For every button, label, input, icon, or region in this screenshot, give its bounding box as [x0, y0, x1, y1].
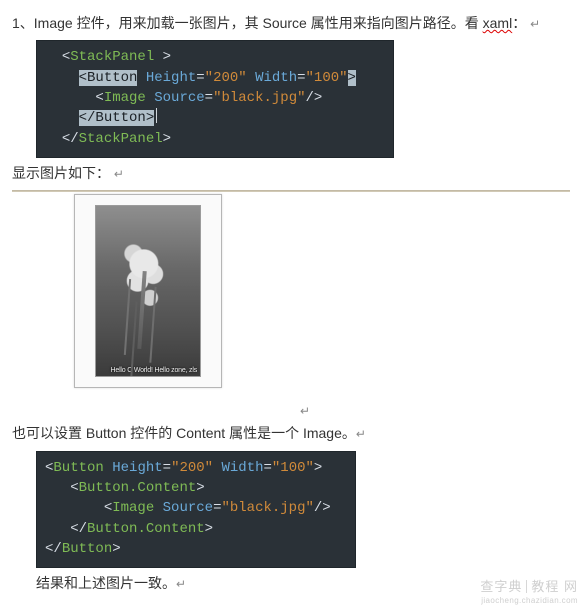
sample-photo: Hello C World! Hello zone, zls — [95, 205, 201, 377]
device-frame: Hello C World! Hello zone, zls — [74, 194, 230, 388]
footer-site: 教程 网 — [531, 579, 578, 594]
mid-caption-2: 也可以设置 Button 控件的 Content 属性是一个 Image。↵ — [12, 422, 570, 444]
paragraph-mark: ↵ — [176, 577, 186, 591]
button-frame: Hello C World! Hello zone, zls — [74, 194, 222, 388]
intro-paragraph: 1、Image 控件，用来加载一张图片，其 Source 属性用来指向图片路径。… — [12, 12, 570, 34]
intro-number: 1、 — [12, 15, 34, 31]
image-top-divider — [12, 190, 570, 192]
result-image-section: Hello C World! Hello zone, zls — [12, 190, 570, 388]
paragraph-mark: ↵ — [530, 17, 540, 31]
intro-xaml-word: xaml — [483, 15, 513, 31]
footer-brand: 查字典 — [480, 579, 522, 594]
text-caret — [156, 108, 157, 123]
code-block-2: <Button Height="200" Width="100"> <Butto… — [36, 451, 356, 568]
paragraph-mark: ↵ — [114, 167, 124, 181]
spacer-mark: ↵ — [12, 402, 570, 418]
code-block-1: <StackPanel > <Button Height="200" Width… — [36, 40, 394, 157]
intro-colon: ： — [512, 15, 526, 31]
photo-caption: Hello C World! Hello zone, zls — [111, 367, 197, 374]
paragraph-mark: ↵ — [356, 427, 366, 441]
footer-separator — [526, 580, 527, 593]
footer-watermark: 查字典教程 网 jiaocheng.chazidian.com — [480, 576, 578, 605]
intro-text-a: Image 控件，用来加载一张图片，其 Source 属性用来指向图片路径。看 — [34, 15, 483, 31]
mid-caption-1: 显示图片如下： ↵ — [12, 162, 570, 184]
